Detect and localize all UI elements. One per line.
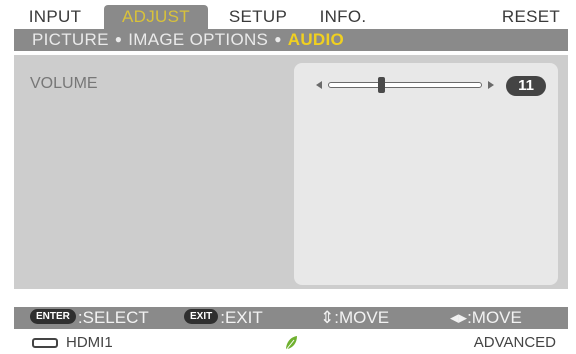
osd-menu: INPUT ADJUST SETUP INFO. RESET PICTURE ● I…: [0, 0, 576, 354]
arrow-left-icon[interactable]: [316, 81, 322, 89]
input-source: HDMI1: [66, 334, 113, 351]
volume-label[interactable]: VOLUME: [30, 75, 98, 93]
separator-dot: ●: [274, 32, 282, 46]
submenu-item-picture[interactable]: PICTURE: [32, 30, 109, 49]
leaf-icon: [285, 336, 297, 351]
menu-mode: ADVANCED: [473, 334, 556, 351]
help-exit-text: :EXIT: [220, 308, 263, 327]
tab-setup[interactable]: SETUP: [218, 5, 298, 29]
hdmi-connector-icon: [32, 338, 58, 348]
help-exit: EXIT:EXIT: [184, 307, 263, 329]
slider-track[interactable]: [328, 77, 482, 93]
value-panel: 11: [294, 63, 558, 285]
settings-panel: VOLUME 11: [14, 55, 568, 289]
submenu-bar: PICTURE ● IMAGE OPTIONS ● AUDIO: [14, 29, 568, 51]
help-select-text: :SELECT: [77, 308, 149, 327]
help-move-vertical: ⇕:MOVE: [320, 308, 390, 327]
exit-key-icon: EXIT: [184, 309, 219, 325]
tab-input[interactable]: INPUT: [14, 5, 96, 29]
help-move-horizontal: ◂▸:MOVE: [450, 308, 522, 327]
enter-key-icon: ENTER: [30, 309, 76, 325]
help-select: ENTER:SELECT: [30, 307, 149, 329]
volume-slider[interactable]: [316, 77, 494, 93]
arrow-right-icon[interactable]: [488, 81, 494, 89]
submenu-item-image-options[interactable]: IMAGE OPTIONS: [128, 30, 268, 49]
status-bar: HDMI1 ADVANCED: [14, 332, 568, 354]
menu-tabs: INPUT ADJUST SETUP INFO. RESET: [14, 5, 568, 29]
volume-value: 11: [506, 76, 546, 96]
help-bar: ENTER:SELECT EXIT:EXIT ⇕:MOVE ◂▸:MOVE: [14, 307, 568, 329]
tab-info[interactable]: INFO.: [308, 5, 378, 29]
tab-reset[interactable]: RESET: [494, 5, 568, 29]
slider-knob[interactable]: [377, 77, 385, 93]
separator-dot: ●: [114, 32, 123, 46]
submenu-item-audio[interactable]: AUDIO: [288, 30, 344, 49]
tab-adjust[interactable]: ADJUST: [104, 5, 208, 29]
